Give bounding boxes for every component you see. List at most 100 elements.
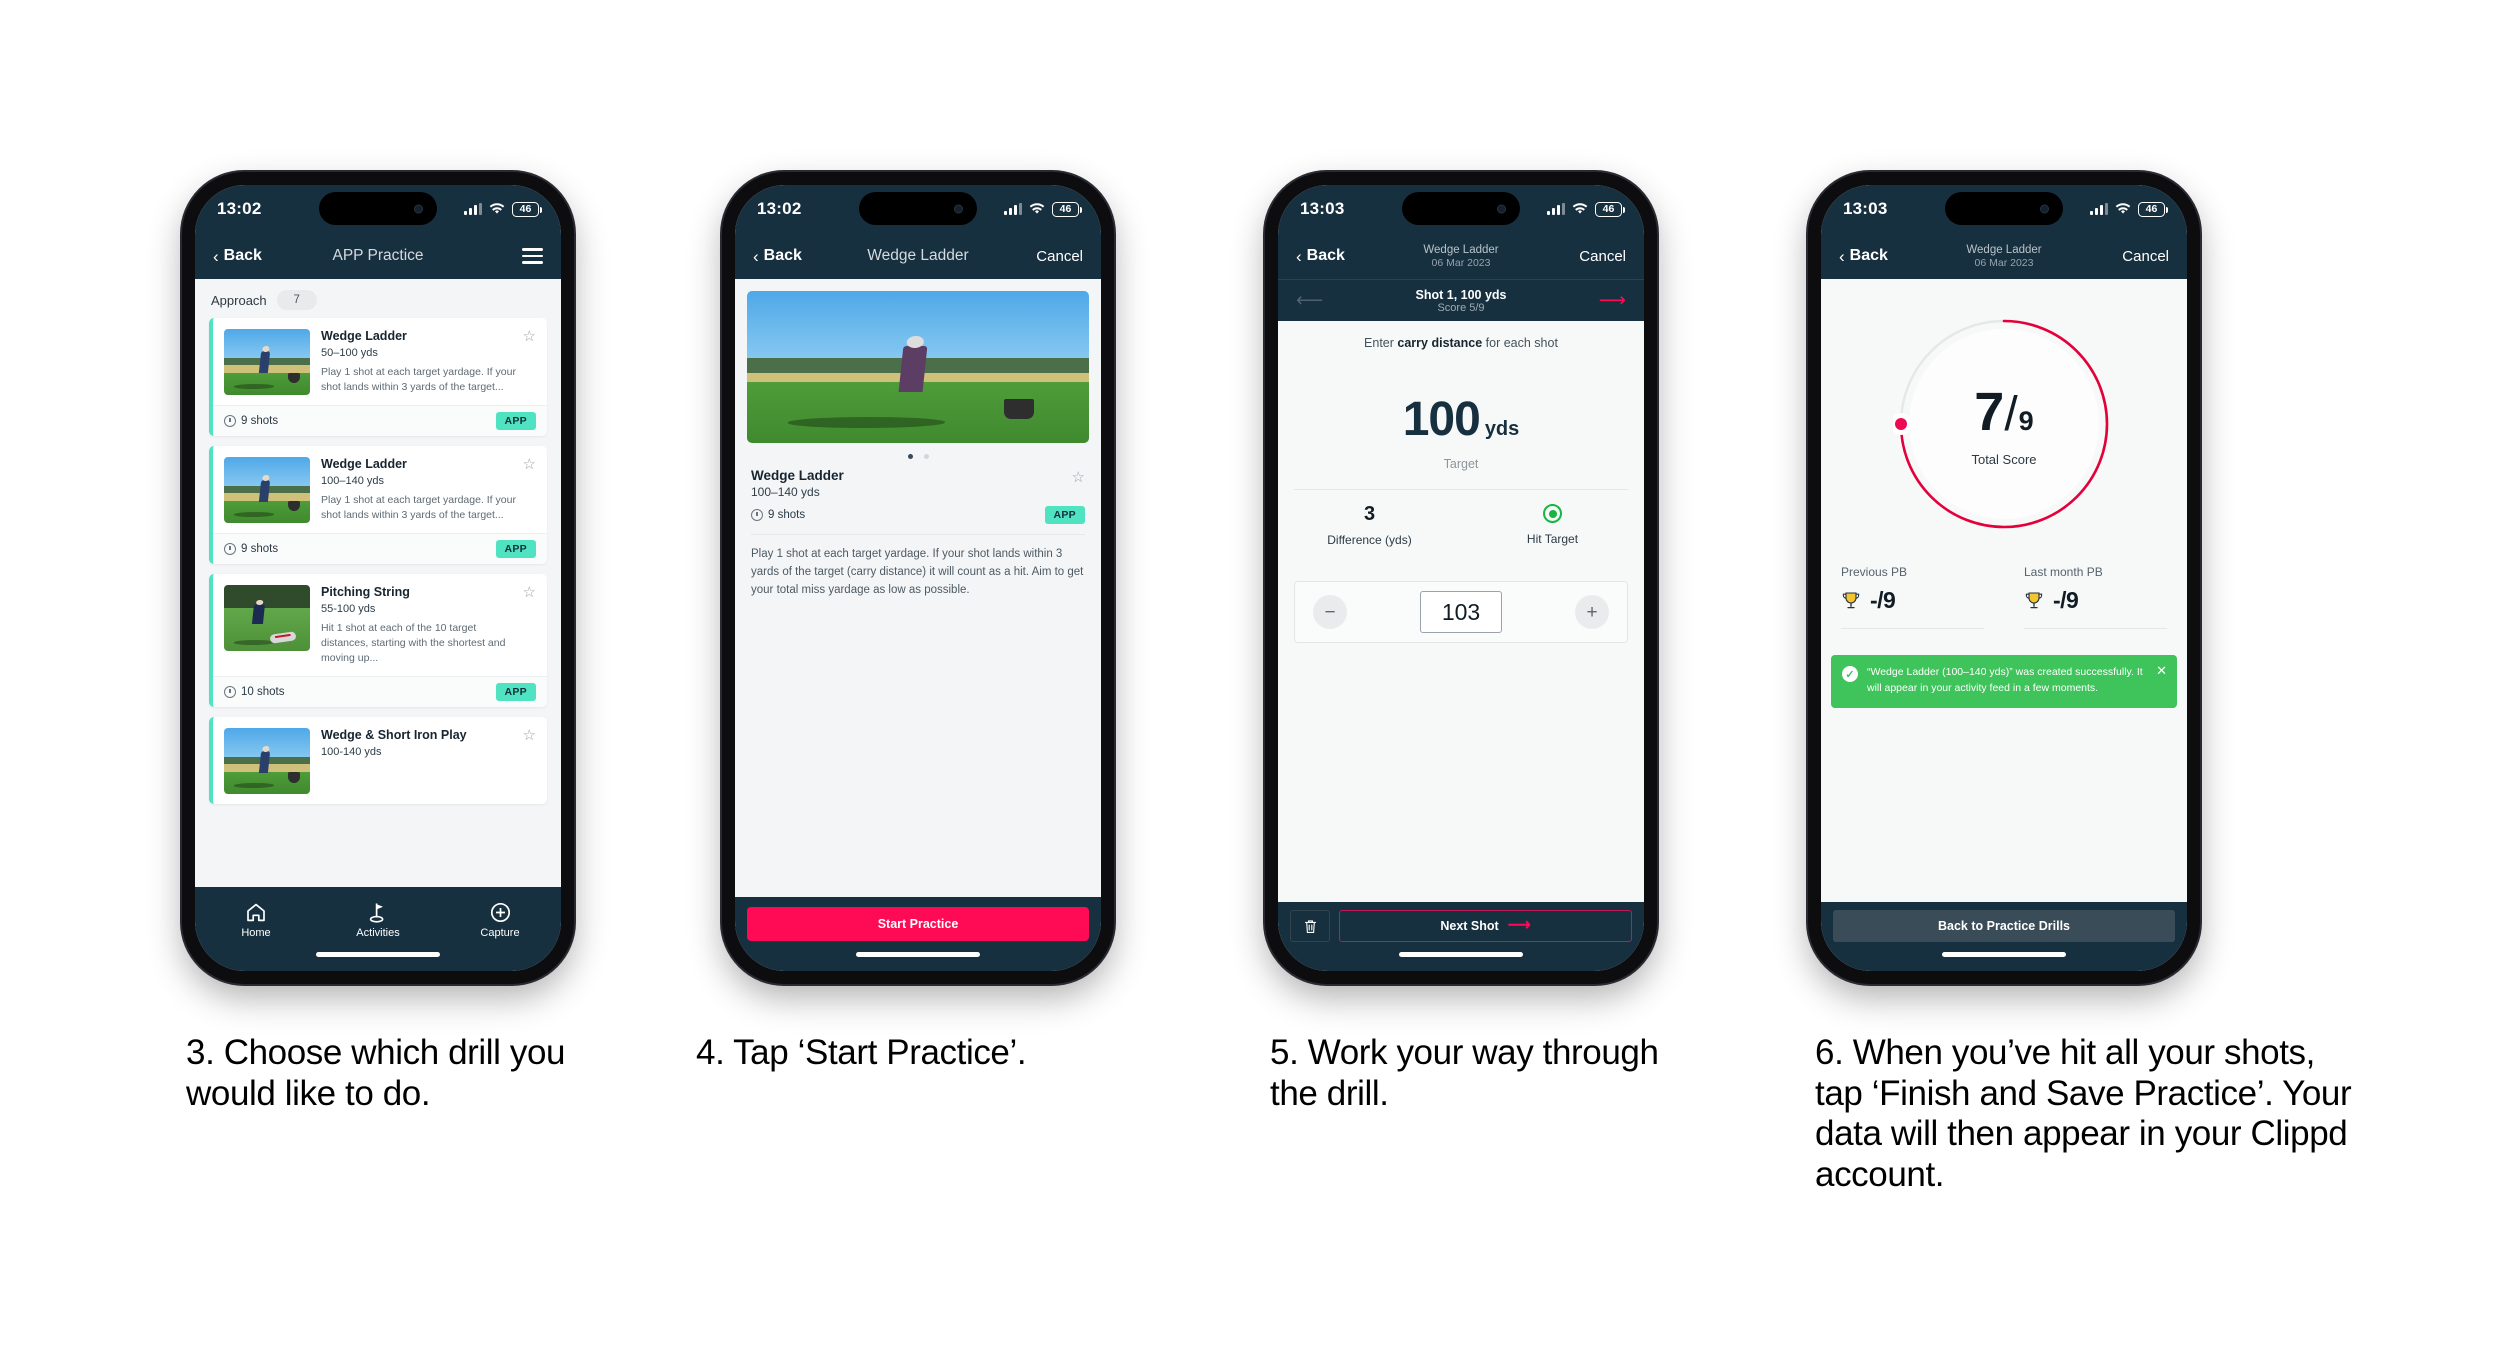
status-bar: 13:03 46	[1278, 185, 1644, 233]
tab-label: Home	[241, 927, 271, 939]
favourite-star-icon[interactable]: ☆	[523, 457, 536, 472]
drill-shots: 9 shots	[241, 415, 279, 428]
battery-level: 46	[2138, 201, 2168, 217]
drill-detail-screen: ☆ Wedge Ladder 100–140 yds 9 shots APP P…	[735, 279, 1101, 897]
drill-description: Play 1 shot at each target yardage. If y…	[321, 365, 516, 393]
back-to-practice-drills-button[interactable]: Back to Practice Drills	[1833, 910, 2175, 942]
battery-level: 46	[512, 201, 542, 217]
status-time: 13:02	[217, 199, 262, 218]
bottom-tab-bar: Home Activities Capture	[195, 887, 561, 949]
drill-shots: 9 shots	[768, 509, 806, 521]
tab-activities[interactable]: Activities	[317, 901, 439, 939]
prompt-emphasis: carry distance	[1397, 336, 1483, 350]
back-button[interactable]: ‹ Back	[1296, 247, 1345, 265]
prompt-prefix: Enter	[1364, 336, 1398, 350]
tab-label: Capture	[480, 927, 520, 939]
dynamic-island	[859, 192, 977, 225]
page-subtitle: 06 Mar 2023	[1431, 256, 1491, 269]
home-indicator	[1278, 949, 1644, 971]
drill-shots: 10 shots	[241, 686, 285, 699]
cancel-button[interactable]: Cancel	[1036, 248, 1083, 265]
back-button[interactable]: ‹ Back	[1839, 247, 1888, 265]
drill-card[interactable]: ☆ Wedge Ladder 50–100 yds Play 1 shot at…	[209, 318, 547, 437]
home-indicator	[195, 949, 561, 971]
page-title: APP Practice	[332, 247, 424, 264]
drill-card[interactable]: ☆ Pitching String 55-100 yds Hit 1 shot …	[209, 574, 547, 708]
summary-screen: 7 / 9 Total Score Previous PB -/9 Last m…	[1821, 279, 2187, 902]
drill-badge: APP	[1044, 506, 1085, 524]
drill-title: Wedge Ladder	[321, 457, 407, 472]
hit-target-icon	[1543, 504, 1562, 523]
score-value: 7	[1974, 382, 2004, 442]
clock-icon	[224, 686, 236, 699]
clock-icon	[224, 415, 236, 428]
back-label: Back	[223, 247, 262, 264]
back-button[interactable]: ‹ Back	[753, 247, 802, 265]
start-practice-button[interactable]: Start Practice	[747, 907, 1089, 941]
carousel-dots[interactable]	[735, 443, 1101, 468]
drill-card[interactable]: ☆ Wedge Ladder 100–140 yds Play 1 shot a…	[209, 446, 547, 565]
previous-shot-icon[interactable]: ⟵	[1296, 291, 1323, 310]
previous-pb: Previous PB -/9	[1821, 565, 2004, 629]
next-shot-icon[interactable]: ⟶	[1599, 291, 1626, 310]
dynamic-island	[1945, 192, 2063, 225]
favourite-star-icon[interactable]: ☆	[1072, 470, 1085, 485]
status-bar: 13:03 46	[1821, 185, 2187, 233]
drill-thumbnail	[224, 329, 310, 395]
entry-prompt: Enter carry distance for each shot	[1278, 321, 1644, 350]
drill-badge: APP	[495, 683, 536, 702]
dynamic-island	[1402, 192, 1520, 225]
tab-home[interactable]: Home	[195, 901, 317, 939]
drill-card[interactable]: ☆ Wedge & Short Iron Play 100-140 yds	[209, 717, 547, 805]
drill-range: 100–140 yds	[321, 474, 384, 487]
cancel-button[interactable]: Cancel	[1579, 248, 1626, 265]
drill-badge: APP	[495, 412, 536, 431]
section-label: Approach	[211, 292, 267, 308]
back-label: Back	[1306, 247, 1345, 264]
carry-distance-input[interactable]: 103	[1420, 591, 1502, 633]
target-value: 100	[1402, 393, 1481, 446]
chevron-left-icon: ‹	[753, 246, 759, 266]
tab-capture[interactable]: Capture	[439, 901, 561, 939]
clock-icon	[224, 543, 236, 556]
home-icon	[195, 901, 317, 923]
nav-bar: ‹ Back Wedge Ladder 06 Mar 2023 Cancel	[1278, 233, 1644, 279]
chevron-left-icon: ‹	[213, 246, 219, 266]
nav-bar: ‹ Back APP Practice	[195, 233, 561, 279]
chevron-left-icon: ‹	[1296, 246, 1302, 266]
cancel-button[interactable]: Cancel	[2122, 248, 2169, 265]
check-circle-icon: ✓	[1842, 666, 1858, 682]
phone-shot-entry: 13:03 46 ‹ Back Wedge Ladder 06 Mar 2023…	[1265, 172, 1657, 984]
last-month-pb: Last month PB -/9	[2004, 565, 2187, 629]
close-icon[interactable]: ✕	[2156, 664, 2167, 677]
trophy-icon	[1842, 592, 1860, 609]
status-bar: 13:02 46	[195, 185, 561, 233]
favourite-star-icon[interactable]: ☆	[523, 728, 536, 743]
status-bar: 13:02 46	[735, 185, 1101, 233]
golf-flag-icon	[317, 901, 439, 923]
total-score-gauge: 7 / 9 Total Score	[1893, 313, 2115, 535]
drill-range: 100-140 yds	[321, 746, 382, 759]
drill-title: Wedge Ladder	[321, 329, 407, 343]
nav-bar: ‹ Back Wedge Ladder Cancel	[735, 233, 1101, 279]
decrement-button[interactable]: −	[1313, 595, 1347, 629]
clock-icon	[751, 509, 763, 521]
carry-distance-stepper[interactable]: − 103 +	[1294, 581, 1628, 643]
caption-step-6: 6. When you’ve hit all your shots, tap ‘…	[1815, 1033, 2352, 1194]
delete-shot-button[interactable]	[1290, 910, 1330, 942]
wifi-icon	[1029, 203, 1045, 214]
cellular-signal-icon	[1547, 203, 1565, 215]
page-title: Wedge Ladder	[867, 247, 969, 264]
increment-button[interactable]: +	[1575, 595, 1609, 629]
drill-description: Play 1 shot at each target yardage. If y…	[321, 493, 516, 521]
next-shot-button[interactable]: Next Shot ⟶	[1339, 910, 1632, 942]
phone-summary: 13:03 46 ‹ Back Wedge Ladder 06 Mar 2023…	[1808, 172, 2200, 984]
drill-badge: APP	[495, 540, 536, 559]
back-button[interactable]: ‹ Back	[213, 247, 262, 265]
drill-thumbnail	[224, 457, 310, 524]
favourite-star-icon[interactable]: ☆	[523, 329, 536, 344]
favourite-star-icon[interactable]: ☆	[523, 585, 536, 600]
menu-icon[interactable]	[522, 248, 543, 264]
target-unit: yds	[1484, 418, 1520, 440]
difference-stat: 3 Difference (yds)	[1278, 504, 1461, 547]
